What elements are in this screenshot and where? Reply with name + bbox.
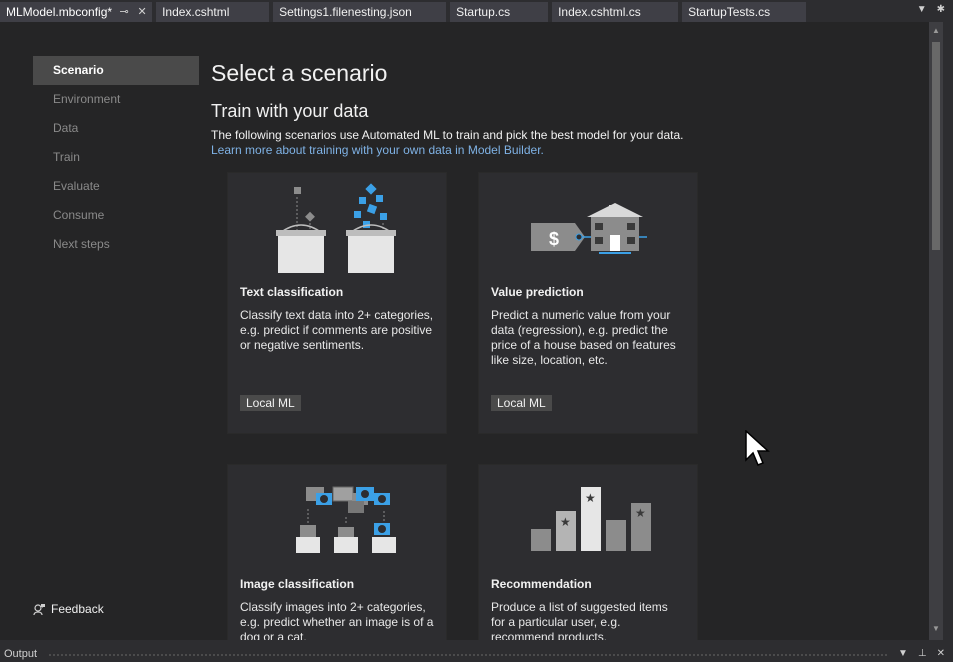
- tab-label: Settings1.filenesting.json: [279, 5, 412, 19]
- tab-startuptests-cs[interactable]: StartupTests.cs: [682, 2, 807, 22]
- right-gutter: [943, 22, 953, 640]
- recommendation-illustration: ★ ★ ★: [479, 465, 697, 573]
- tab-startup-cs[interactable]: Startup.cs: [450, 2, 549, 22]
- card-description: Classify text data into 2+ categories, e…: [240, 308, 434, 352]
- environment-badge: Local ML: [491, 395, 552, 411]
- card-description: Predict a numeric value from your data (…: [491, 308, 676, 367]
- card-description: Produce a list of suggested items for a …: [491, 600, 668, 640]
- vertical-scrollbar[interactable]: ▲ ▼: [929, 22, 943, 640]
- tab-mlmodel-mbconfig[interactable]: MLModel.mbconfig* ⊸ ✕: [0, 2, 153, 22]
- nav-item-train[interactable]: Train: [33, 143, 199, 172]
- section-description: The following scenarios use Automated ML…: [211, 128, 684, 142]
- card-title: Text classification: [240, 285, 344, 299]
- learn-more-link[interactable]: Learn more about training with your own …: [211, 143, 911, 158]
- card-title: Image classification: [240, 577, 355, 591]
- mouse-pointer-icon: [745, 430, 770, 466]
- nav-item-consume[interactable]: Consume: [33, 201, 199, 230]
- card-title: Value prediction: [491, 285, 584, 299]
- card-description: Classify images into 2+ categories, e.g.…: [240, 600, 434, 640]
- output-panel-header: Output ▼ ⊥ ✕: [0, 648, 953, 662]
- scenario-steps-nav: Scenario Environment Data Train Evaluate…: [33, 56, 199, 259]
- svg-text:★: ★: [560, 515, 571, 529]
- output-panel-title[interactable]: Output: [4, 648, 37, 660]
- tab-label: StartupTests.cs: [688, 5, 771, 19]
- nav-item-environment[interactable]: Environment: [33, 85, 199, 114]
- feedback-label: Feedback: [51, 602, 104, 616]
- value-prediction-illustration: $: [479, 173, 697, 281]
- svg-text:★: ★: [635, 506, 646, 520]
- panel-pin-icon[interactable]: ⊥: [918, 648, 927, 659]
- tab-label: Index.cshtml: [162, 5, 230, 19]
- tab-settings1-filenesting-json[interactable]: Settings1.filenesting.json: [273, 2, 447, 22]
- scroll-up-arrow-icon[interactable]: ▲: [929, 24, 943, 38]
- scenario-card-text-classification[interactable]: Text classification Classify text data i…: [227, 172, 447, 434]
- scenario-card-recommendation[interactable]: ★ ★ ★ Recommendation Produce a list of s…: [478, 464, 698, 640]
- svg-text:$: $: [549, 229, 559, 249]
- panel-close-icon[interactable]: ✕: [937, 648, 945, 659]
- panel-grip[interactable]: [48, 653, 888, 657]
- tab-label: Index.cshtml.cs: [558, 5, 641, 19]
- nav-item-evaluate[interactable]: Evaluate: [33, 172, 199, 201]
- feedback-icon: [33, 603, 45, 615]
- scrollbar-thumb[interactable]: [932, 42, 940, 250]
- svg-text:★: ★: [585, 491, 596, 505]
- text-classification-illustration: [228, 173, 446, 281]
- close-icon[interactable]: ✕: [136, 2, 148, 22]
- panel-separator: [0, 640, 953, 648]
- page-title: Select a scenario: [211, 60, 388, 86]
- nav-item-next-steps[interactable]: Next steps: [33, 230, 199, 259]
- scenario-card-value-prediction[interactable]: $ Value prediction Predict a numeric val…: [478, 172, 698, 434]
- scroll-down-arrow-icon[interactable]: ▼: [929, 622, 943, 636]
- settings-gear-icon[interactable]: ✱: [937, 4, 945, 15]
- image-classification-illustration: [228, 465, 446, 573]
- pin-icon[interactable]: ⊸: [118, 2, 130, 22]
- feedback-link[interactable]: Feedback: [33, 602, 104, 616]
- environment-badge: Local ML: [240, 395, 301, 411]
- tab-index-cshtml[interactable]: Index.cshtml: [156, 2, 270, 22]
- scenario-card-image-classification[interactable]: Image classification Classify images int…: [227, 464, 447, 640]
- tab-dropdown-icon[interactable]: ▼: [917, 4, 927, 15]
- nav-item-data[interactable]: Data: [33, 114, 199, 143]
- document-tab-bar: MLModel.mbconfig* ⊸ ✕ Index.cshtml Setti…: [0, 0, 953, 22]
- tab-label: Startup.cs: [456, 5, 511, 19]
- tab-index-cshtml-cs[interactable]: Index.cshtml.cs: [552, 2, 679, 22]
- card-title: Recommendation: [491, 577, 592, 591]
- model-builder-editor: Scenario Environment Data Train Evaluate…: [0, 22, 943, 640]
- tab-label: MLModel.mbconfig*: [6, 5, 113, 19]
- nav-item-scenario[interactable]: Scenario: [33, 56, 199, 85]
- section-title: Train with your data: [211, 101, 369, 121]
- panel-dropdown-icon[interactable]: ▼: [898, 648, 908, 659]
- scenario-content: Select a scenario Train with your data T…: [211, 58, 911, 158]
